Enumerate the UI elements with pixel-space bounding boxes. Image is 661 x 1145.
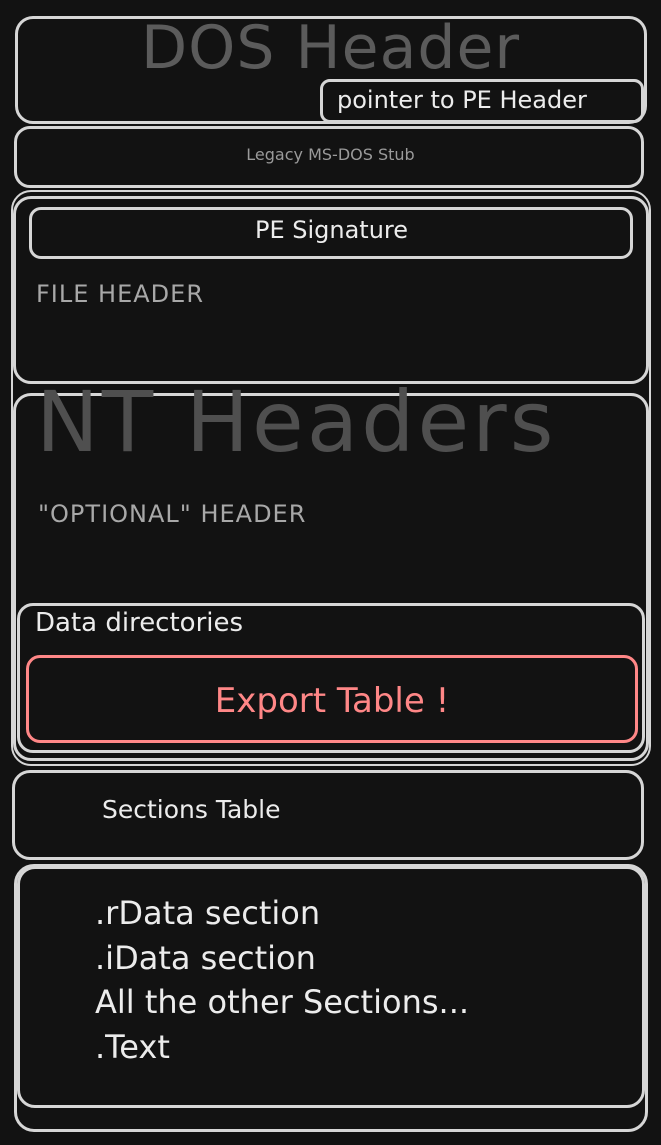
dos-header-title: DOS Header (140, 13, 521, 83)
dos-stub-label: Legacy MS-DOS Stub (246, 145, 415, 164)
pe-signature-label: PE Signature (254, 216, 409, 244)
section-idata: .iData section (95, 939, 316, 977)
file-header-label: FILE HEADER (36, 280, 204, 308)
section-other: All the other Sections... (95, 983, 470, 1021)
nt-headers-title: NT Headers (36, 373, 557, 471)
pointer-to-pe-label: pointer to PE Header (337, 86, 587, 114)
section-rdata: .rData section (95, 894, 321, 932)
section-text: .Text (95, 1028, 170, 1066)
sections-table-label: Sections Table (102, 795, 281, 824)
optional-header-label: "OPTIONAL" HEADER (38, 500, 307, 528)
data-directories-label: Data directories (35, 608, 244, 638)
export-table-label: Export Table ! (214, 681, 450, 721)
